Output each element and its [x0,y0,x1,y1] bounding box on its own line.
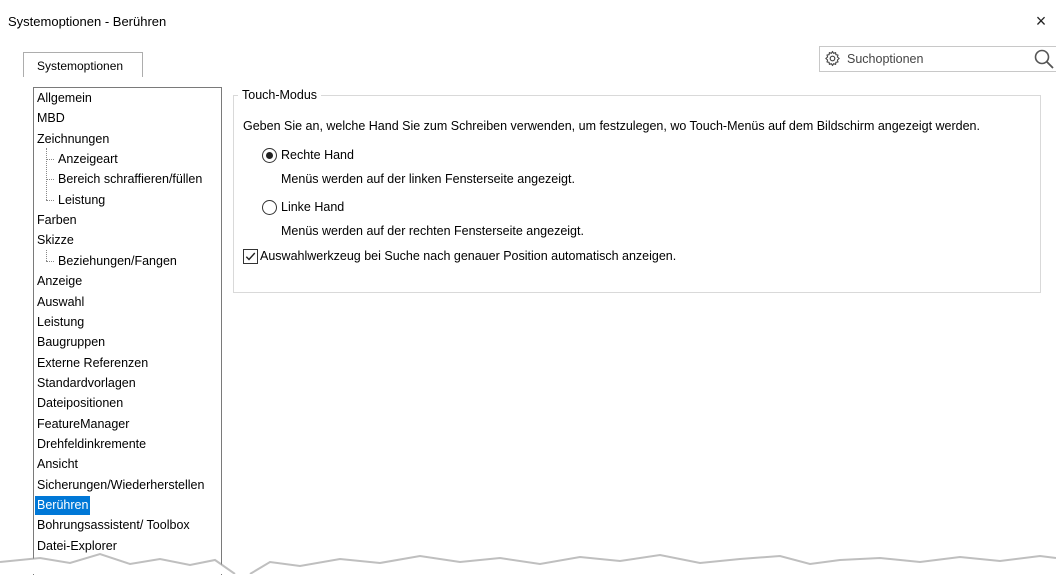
tree-connector-line [46,249,47,261]
tree-item[interactable]: Externe Referenzen [35,354,150,373]
tree-item[interactable]: Standardvorlagen [35,374,138,393]
search-box[interactable]: Suchoptionen [819,46,1056,72]
tree-item[interactable]: Dateipositionen [35,394,125,413]
tree-item[interactable]: Sicherungen/Wiederherstellen [35,476,206,495]
tree-item[interactable]: Leistung [46,191,107,210]
tree-item[interactable]: MBD [35,109,67,128]
tree-item[interactable]: Auswahl [35,293,86,312]
tree-item[interactable]: FeatureManager [35,415,131,434]
auto-show-checkbox[interactable] [243,249,258,264]
tree-item[interactable]: Zeichnungen [35,130,111,149]
tab-label: Systemoptionen [37,59,124,73]
tree-item[interactable]: Bereich schraffieren/füllen [46,170,204,189]
tree-item[interactable]: Ansicht [35,455,80,474]
tree-item[interactable]: Drehfeldinkremente [35,435,148,454]
left-hand-hint: Menüs werden auf der rechten Fensterseit… [281,224,584,238]
tree-item[interactable]: Skizze [35,231,76,250]
tree-connector-line [46,148,47,200]
search-placeholder[interactable]: Suchoptionen [847,52,923,66]
tree-item[interactable]: Bohrungsassistent/ Toolbox [35,516,192,535]
touch-mode-legend: Touch-Modus [238,88,322,102]
close-button[interactable]: × [1026,8,1056,34]
torn-edge [0,552,1056,574]
options-tree[interactable]: Allgemein MBD Zeichnungen Anzeigeart Bereich… [33,87,222,575]
window-title: Systemoptionen - Berühren [8,14,167,29]
left-hand-label[interactable]: Linke Hand [281,200,344,214]
tree-item[interactable]: Allgemein [35,89,94,108]
touch-mode-description: Geben Sie an, welche Hand Sie zum Schrei… [243,119,980,133]
tree-item[interactable]: Leistung [35,313,86,332]
right-hand-radio[interactable] [262,148,277,163]
tree-item[interactable]: Baugruppen [35,333,107,352]
search-icon[interactable] [1033,48,1055,70]
title-bar: Systemoptionen - Berühren × [0,0,1056,40]
tree-item[interactable]: Farben [35,211,79,230]
tree-item[interactable]: Anzeige [35,272,84,291]
right-hand-hint: Menüs werden auf der linken Fensterseite… [281,172,575,186]
right-hand-label[interactable]: Rechte Hand [281,148,354,162]
auto-show-label[interactable]: Auswahlwerkzeug bei Suche nach genauer P… [260,249,676,263]
tree-item[interactable]: Anzeigeart [46,150,120,169]
tree-item[interactable]: Berühren [35,496,91,515]
left-hand-radio[interactable] [262,200,277,215]
tree-item[interactable]: Beziehungen/Fangen [46,252,179,271]
checkmark-icon [245,252,256,261]
tab-systemoptionen[interactable]: Systemoptionen [23,52,143,77]
close-icon: × [1035,11,1047,31]
gear-icon[interactable] [824,50,841,67]
